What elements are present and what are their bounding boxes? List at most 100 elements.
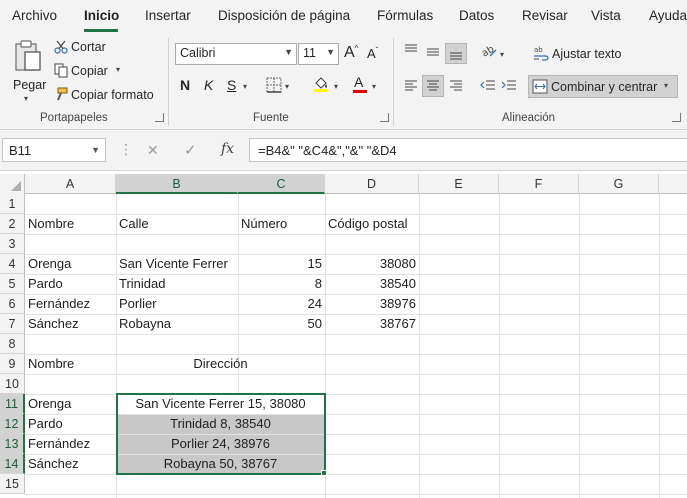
cell-a6[interactable]: Fernández (25, 294, 116, 314)
merge-dropdown-icon[interactable]: ▾ (664, 81, 668, 90)
align-left-icon[interactable] (404, 80, 418, 92)
formula-input[interactable]: =B4&" "&C4&","&" "&D4 (249, 138, 687, 162)
portapapeles-launcher-icon[interactable] (155, 113, 164, 122)
column-header-b[interactable]: B (116, 174, 238, 194)
copy-button[interactable]: Copiar ▾ (52, 61, 132, 81)
alineacion-launcher-icon[interactable] (672, 113, 681, 122)
cell-c7[interactable]: 50 (238, 314, 325, 334)
spreadsheet-grid[interactable]: A B C D E F G 1 2 3 4 5 6 7 8 9 10 11 12… (0, 174, 687, 498)
decrease-font-button[interactable]: Aˇ (367, 46, 378, 61)
row-header-10[interactable]: 10 (0, 374, 25, 394)
cell-b4[interactable]: San Vicente Ferrer (116, 254, 238, 274)
cell-a11[interactable]: Orenga (25, 394, 116, 414)
cell-c6[interactable]: 24 (238, 294, 325, 314)
align-bottom-button[interactable] (445, 43, 467, 64)
column-header-a[interactable]: A (25, 174, 116, 194)
cell-c4[interactable]: 15 (238, 254, 325, 274)
cell-b5[interactable]: Trinidad (116, 274, 238, 294)
fill-handle[interactable] (321, 470, 327, 476)
cell-b6[interactable]: Porlier (116, 294, 238, 314)
tab-disposicion[interactable]: Disposición de página (218, 8, 350, 23)
row-header-15[interactable]: 15 (0, 474, 25, 494)
align-right-icon[interactable] (449, 80, 463, 92)
cell-a14[interactable]: Sánchez (25, 454, 116, 474)
paste-button[interactable]: Pegar ▾ (10, 38, 46, 108)
increase-font-button[interactable]: A^ (344, 44, 358, 62)
cell-d7[interactable]: 38767 (325, 314, 419, 334)
tab-inicio[interactable]: Inicio (84, 8, 119, 23)
select-all-button[interactable] (0, 174, 25, 194)
merge-center-button[interactable]: Combinar y centrar ▾ (528, 75, 678, 98)
row-header-14[interactable]: 14 (0, 454, 25, 474)
cell-b9-merged[interactable]: Dirección (116, 354, 325, 374)
row-header-3[interactable]: 3 (0, 234, 25, 254)
cell-b2[interactable]: Calle (116, 214, 238, 234)
cancel-icon[interactable]: ✕ (147, 142, 159, 159)
copy-dropdown-icon[interactable]: ▾ (116, 65, 120, 74)
orientation-dropdown-icon[interactable]: ▾ (500, 50, 504, 59)
cell-d5[interactable]: 38540 (325, 274, 419, 294)
font-color-button[interactable]: A (352, 74, 368, 94)
cell-a7[interactable]: Sánchez (25, 314, 116, 334)
decrease-indent-icon[interactable] (480, 79, 496, 93)
format-painter-button[interactable]: Copiar formato (52, 85, 154, 105)
bold-button[interactable]: N (180, 77, 190, 93)
borders-dropdown-icon[interactable]: ▾ (285, 82, 289, 91)
column-header-c[interactable]: C (238, 174, 325, 194)
align-middle-icon[interactable] (426, 46, 440, 58)
row-header-7[interactable]: 7 (0, 314, 25, 334)
cell-a4[interactable]: Orenga (25, 254, 116, 274)
paste-dropdown-icon[interactable]: ▾ (24, 94, 28, 103)
fill-color-dropdown-icon[interactable]: ▾ (334, 82, 338, 91)
row-header-9[interactable]: 9 (0, 354, 25, 374)
cell-c2[interactable]: Número (238, 214, 325, 234)
cell-b7[interactable]: Robayna (116, 314, 238, 334)
tab-datos[interactable]: Datos (459, 8, 494, 23)
cell-c5[interactable]: 8 (238, 274, 325, 294)
cell-a12[interactable]: Pardo (25, 414, 116, 434)
row-header-8[interactable]: 8 (0, 334, 25, 354)
font-color-dropdown-icon[interactable]: ▾ (372, 82, 376, 91)
row-header-1[interactable]: 1 (0, 194, 25, 214)
cell-a5[interactable]: Pardo (25, 274, 116, 294)
cell-d2[interactable]: Código postal (325, 214, 419, 234)
wrap-text-button[interactable]: ab Ajustar texto (531, 44, 631, 64)
increase-indent-icon[interactable] (501, 79, 517, 93)
borders-icon[interactable] (266, 77, 282, 93)
row-header-2[interactable]: 2 (0, 214, 25, 234)
row-header-4[interactable]: 4 (0, 254, 25, 274)
orientation-icon[interactable]: ab (480, 42, 498, 58)
row-header-11[interactable]: 11 (0, 394, 25, 414)
cell-a13[interactable]: Fernández (25, 434, 116, 454)
font-name-combo[interactable]: Calibri ▼ (175, 43, 297, 65)
underline-dropdown-icon[interactable]: ▾ (243, 82, 247, 91)
align-center-button[interactable] (422, 75, 444, 97)
row-header-6[interactable]: 6 (0, 294, 25, 314)
underline-button[interactable]: S (227, 77, 236, 93)
font-size-combo[interactable]: 11 ▼ (298, 43, 339, 65)
tab-insertar[interactable]: Insertar (145, 8, 191, 23)
cell-d6[interactable]: 38976 (325, 294, 419, 314)
tab-vista[interactable]: Vista (591, 8, 621, 23)
cell-a2[interactable]: Nombre (25, 214, 116, 234)
tab-archivo[interactable]: Archivo (12, 8, 57, 23)
tab-ayuda[interactable]: Ayuda (649, 8, 687, 23)
column-header-e[interactable]: E (419, 174, 499, 194)
name-box[interactable]: B11 ▼ (2, 138, 106, 162)
column-header-d[interactable]: D (325, 174, 419, 194)
italic-button[interactable]: K (204, 77, 213, 93)
tab-revisar[interactable]: Revisar (522, 8, 568, 23)
column-header-g[interactable]: G (579, 174, 659, 194)
align-top-icon[interactable] (404, 44, 418, 56)
function-icon[interactable]: fx (221, 141, 234, 157)
enter-icon[interactable]: ✓ (184, 141, 197, 159)
cut-button[interactable]: Cortar (52, 38, 132, 58)
cell-d4[interactable]: 38080 (325, 254, 419, 274)
fuente-launcher-icon[interactable] (380, 113, 389, 122)
tab-formulas[interactable]: Fórmulas (377, 8, 433, 23)
fill-color-icon[interactable] (312, 75, 330, 93)
row-header-12[interactable]: 12 (0, 414, 25, 434)
row-header-13[interactable]: 13 (0, 434, 25, 454)
row-header-5[interactable]: 5 (0, 274, 25, 294)
column-header-f[interactable]: F (499, 174, 579, 194)
